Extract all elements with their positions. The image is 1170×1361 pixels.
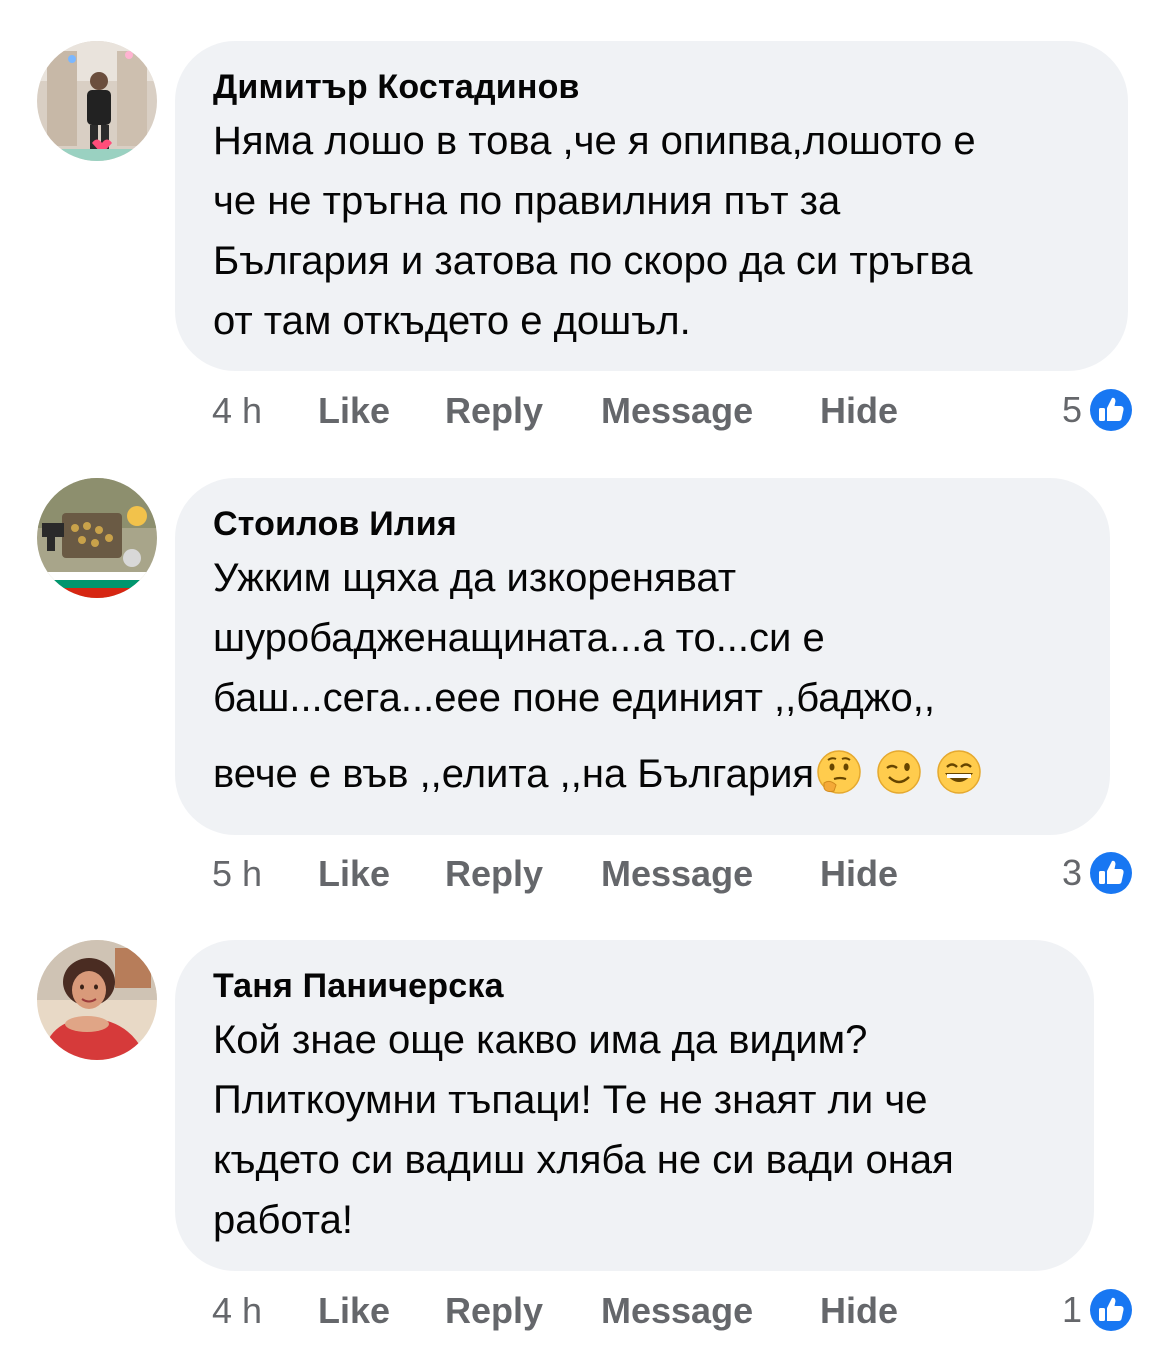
reaction-summary[interactable]: 5 [1062, 382, 1136, 438]
comment-timestamp[interactable]: 5 h [212, 853, 262, 895]
thumbs-up-icon [1087, 1286, 1135, 1334]
reply-button[interactable]: Reply [445, 390, 543, 432]
reaction-count: 1 [1061, 1289, 1082, 1330]
comment-text: Ужким щяха да изкореняват шуробадженащина… [213, 548, 1070, 804]
reply-button[interactable]: Reply [445, 853, 543, 895]
comment-author[interactable]: Стоилов Илия [213, 504, 1070, 544]
comment-line: България и затова по скоро да си тръгва [213, 239, 973, 283]
comment-timestamp[interactable]: 4 h [212, 390, 262, 432]
like-button[interactable]: Like [318, 853, 390, 895]
avatar[interactable] [37, 478, 157, 598]
comment-line: баш...сега...еее поне единият ,,баджо,, [213, 676, 936, 720]
hide-button[interactable]: Hide [820, 390, 898, 432]
reaction-count: 5 [1061, 389, 1082, 430]
winking-face-icon [877, 750, 921, 794]
thumbs-up-icon [1087, 849, 1135, 897]
comment-line: вече е във ,,елита ,,на България [213, 752, 815, 796]
hide-button[interactable]: Hide [820, 853, 898, 895]
profile-photo [37, 478, 157, 598]
hide-button[interactable]: Hide [820, 1290, 898, 1332]
comment-line: Ужким щяха да изкореняват [213, 556, 737, 600]
comment-bubble: Таня Паничерска Кой знае още какво има д… [175, 940, 1094, 1271]
comment-line: от там откъдето е дошъл. [213, 299, 691, 343]
thumbs-up-icon [1087, 386, 1135, 434]
comment-author[interactable]: Димитър Костадинов [213, 67, 1088, 107]
avatar[interactable] [37, 41, 157, 161]
message-button[interactable]: Message [601, 853, 753, 895]
profile-photo [37, 940, 157, 1060]
comment-bubble: Димитър Костадинов Няма лошо в това ,че … [175, 41, 1128, 371]
avatar[interactable] [37, 940, 157, 1060]
comment-line-with-emoji: вече е във ,,елита ,,на България [213, 744, 1070, 804]
comment-line: Няма лошо в това ,че я опипва,лошото е [213, 119, 976, 163]
comment-actions: 4 h Like Reply Message Hide 1 [212, 1282, 1136, 1338]
grinning-face-icon [937, 750, 981, 794]
reaction-summary[interactable]: 3 [1062, 845, 1136, 901]
comment-actions: 5 h Like Reply Message Hide 3 [212, 845, 1136, 901]
comment-line: че не тръгна по правилния път за [213, 179, 841, 223]
thinking-face-icon [817, 750, 861, 794]
message-button[interactable]: Message [601, 390, 753, 432]
comment-timestamp[interactable]: 4 h [212, 1290, 262, 1332]
reaction-count: 3 [1061, 852, 1082, 893]
profile-photo [37, 41, 157, 161]
comment-author[interactable]: Таня Паничерска [213, 966, 1054, 1006]
comment-text: Кой знае още какво има да видим? Плиткоум… [213, 1010, 1054, 1250]
comment-line: Кой знае още какво има да видим? [213, 1018, 868, 1062]
comment-line: където си вадиш хляба не си вади оная [213, 1138, 954, 1182]
comment-actions: 4 h Like Reply Message Hide 5 [212, 382, 1136, 438]
comment-line: работа! [213, 1198, 353, 1242]
comment-text: Няма лошо в това ,че я опипва,лошото е че… [213, 111, 1088, 351]
like-button[interactable]: Like [318, 390, 390, 432]
comment-line: шуробадженащината...а то...си е [213, 616, 825, 660]
message-button[interactable]: Message [601, 1290, 753, 1332]
reply-button[interactable]: Reply [445, 1290, 543, 1332]
comment-line: Плиткоумни тъпаци! Те не знаят ли че [213, 1078, 928, 1122]
comment-bubble: Стоилов Илия Ужким щяха да изкореняват шу… [175, 478, 1110, 835]
like-button[interactable]: Like [318, 1290, 390, 1332]
reaction-summary[interactable]: 1 [1062, 1282, 1136, 1338]
